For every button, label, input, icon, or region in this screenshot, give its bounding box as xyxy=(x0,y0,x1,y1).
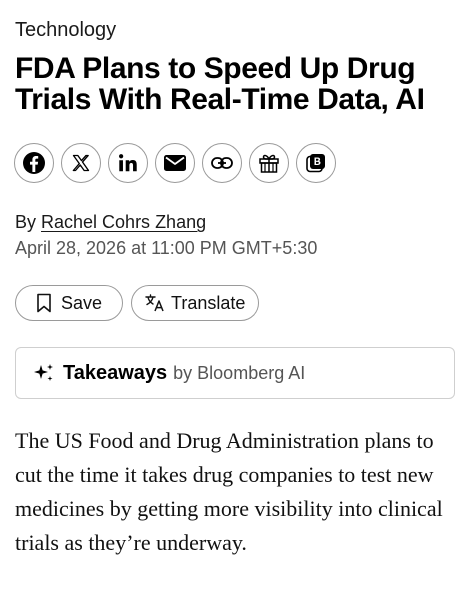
save-button[interactable]: Save xyxy=(15,285,123,321)
share-toolbar xyxy=(14,143,336,183)
takeaways-panel[interactable]: Takeaways by Bloomberg AI xyxy=(15,347,455,399)
byline-prefix: By xyxy=(15,212,42,232)
link-icon xyxy=(211,157,233,169)
article-actions: Save Translate xyxy=(15,285,259,321)
save-label: Save xyxy=(61,292,103,313)
x-icon xyxy=(72,154,90,172)
takeaways-title: Takeaways xyxy=(63,361,168,384)
translate-button[interactable]: Translate xyxy=(131,285,259,321)
mail-icon xyxy=(164,155,186,171)
email-share-button[interactable] xyxy=(155,143,195,183)
copy-link-button[interactable] xyxy=(202,143,242,183)
sparkle-icon xyxy=(32,362,56,384)
gift-icon xyxy=(259,154,279,173)
publish-date: April 28, 2026 at 11:00 PM GMT+5:30 xyxy=(15,238,318,258)
facebook-share-button[interactable] xyxy=(14,143,54,183)
takeaways-by: by Bloomberg AI xyxy=(173,362,306,383)
bookmark-icon xyxy=(36,293,52,313)
bloomberg-icon xyxy=(306,154,325,173)
translate-label: Translate xyxy=(171,292,246,313)
article-body-paragraph: The US Food and Drug Administration plan… xyxy=(15,428,443,555)
x-share-button[interactable] xyxy=(61,143,101,183)
author-link[interactable]: Rachel Cohrs Zhang xyxy=(41,212,206,232)
article-headline: FDA Plans to Speed Up Drug Trials With R… xyxy=(15,52,425,116)
bloomberg-share-button[interactable] xyxy=(296,143,336,183)
linkedin-icon xyxy=(119,154,137,172)
facebook-icon xyxy=(23,152,45,174)
byline: By Rachel Cohrs Zhang xyxy=(15,212,206,233)
gift-article-button[interactable] xyxy=(249,143,289,183)
section-label[interactable]: Technology xyxy=(15,19,116,42)
translate-icon xyxy=(145,294,165,312)
linkedin-share-button[interactable] xyxy=(108,143,148,183)
